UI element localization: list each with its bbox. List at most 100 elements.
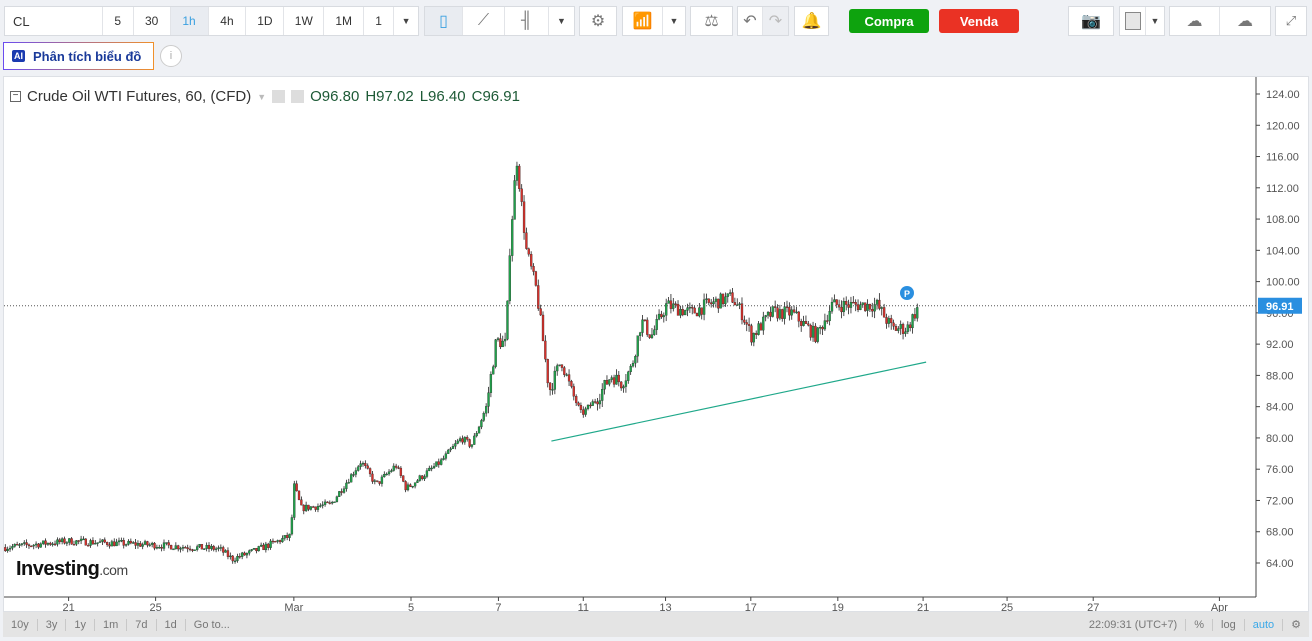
candle-up (198, 544, 201, 547)
y-tick-label: 124.00 (1266, 89, 1300, 101)
candle-down (797, 311, 800, 322)
candle-up (790, 309, 793, 316)
candle-down (274, 541, 277, 543)
candle-up (489, 374, 493, 393)
candle-down (660, 313, 663, 318)
candle-down (733, 302, 737, 306)
candle-down (539, 308, 542, 316)
candle-up (250, 549, 253, 551)
candle-up (638, 332, 642, 336)
candle-down (146, 541, 149, 546)
candle-up (20, 543, 24, 545)
chevron-down-icon[interactable]: ▼ (257, 92, 266, 102)
candle-up (316, 506, 320, 510)
candle-down (376, 480, 379, 482)
candle-down (231, 555, 234, 562)
gear-icon[interactable]: ⚙ (1283, 618, 1309, 631)
candle-down (579, 405, 583, 410)
candle-down (91, 540, 95, 545)
clock: 22:09:31 (UTC+7) (1081, 618, 1187, 631)
candle-up (622, 386, 625, 389)
candle-down (882, 307, 886, 318)
candle-down (326, 501, 329, 504)
candle-down (800, 321, 803, 326)
candle-down (27, 544, 31, 547)
candle-up (608, 379, 611, 385)
candle-up (42, 540, 45, 544)
candle-up (115, 541, 118, 547)
candle-up (802, 320, 805, 326)
candle-down (747, 324, 751, 326)
log-toggle[interactable]: log (1213, 618, 1245, 631)
range-7d[interactable]: 7d (127, 618, 157, 631)
candle-up (475, 433, 478, 437)
candle-down (570, 381, 573, 387)
y-tick-label: 72.00 (1266, 495, 1294, 507)
candle-up (193, 549, 196, 551)
candle-down (167, 542, 170, 546)
candle-down (669, 300, 673, 309)
close-value: C96.91 (471, 88, 520, 105)
candle-up (196, 546, 199, 550)
candle-up (662, 315, 665, 318)
candle-down (852, 301, 855, 304)
goto-button[interactable]: Go to... (186, 619, 238, 631)
candle-up (636, 335, 639, 357)
candle-up (406, 484, 410, 491)
candle-up (259, 544, 263, 547)
candle-up (819, 327, 822, 329)
visibility-icon[interactable] (272, 90, 286, 103)
candle-up (688, 307, 692, 309)
candle-down (693, 307, 696, 314)
candle-up (823, 320, 827, 330)
candle-down (530, 254, 533, 267)
bottom-bar: 10y 3y 1y 1m 7d 1d Go to... 22:09:31 (UT… (3, 612, 1309, 637)
candle-up (172, 548, 175, 551)
y-tick-label: 68.00 (1266, 527, 1294, 539)
y-tick-label: 104.00 (1266, 245, 1300, 257)
candle-up (293, 483, 296, 518)
candle-up (795, 311, 798, 314)
collapse-icon[interactable]: − (10, 91, 21, 102)
candle-up (60, 538, 64, 543)
candle-down (901, 324, 905, 334)
candle-up (456, 440, 459, 444)
candle-up (494, 339, 497, 367)
candle-up (598, 400, 602, 405)
range-1y[interactable]: 1y (66, 618, 95, 631)
candle-up (75, 540, 78, 545)
candle-down (368, 468, 372, 475)
candle-up (8, 547, 12, 550)
candle-up (174, 545, 177, 550)
candle-down (103, 539, 106, 543)
candle-up (624, 380, 628, 387)
candle-down (297, 490, 301, 500)
range-1m[interactable]: 1m (95, 618, 128, 631)
candle-down (312, 506, 315, 508)
candle-up (385, 473, 388, 476)
candle-down (300, 499, 303, 506)
candle-up (485, 406, 488, 414)
auto-toggle[interactable]: auto (1245, 618, 1284, 631)
candle-up (496, 338, 500, 340)
candle-up (245, 552, 249, 556)
candle-down (563, 367, 566, 375)
candle-up (650, 334, 654, 338)
candle-down (518, 165, 521, 189)
candle-up (214, 548, 218, 550)
candle-up (203, 548, 206, 550)
range-10y[interactable]: 10y (3, 618, 38, 631)
gear-icon[interactable] (291, 90, 305, 103)
candle-down (262, 544, 265, 551)
candle-up (513, 180, 516, 220)
candle-up (565, 374, 568, 376)
candle-up (252, 548, 256, 550)
candle-up (861, 302, 864, 305)
range-3y[interactable]: 3y (38, 618, 67, 631)
percent-toggle[interactable]: % (1186, 618, 1214, 631)
candle-down (63, 538, 66, 544)
range-1d[interactable]: 1d (157, 618, 186, 631)
candle-down (534, 271, 538, 286)
candle-up (345, 482, 348, 489)
y-tick-label: 80.00 (1266, 433, 1294, 445)
